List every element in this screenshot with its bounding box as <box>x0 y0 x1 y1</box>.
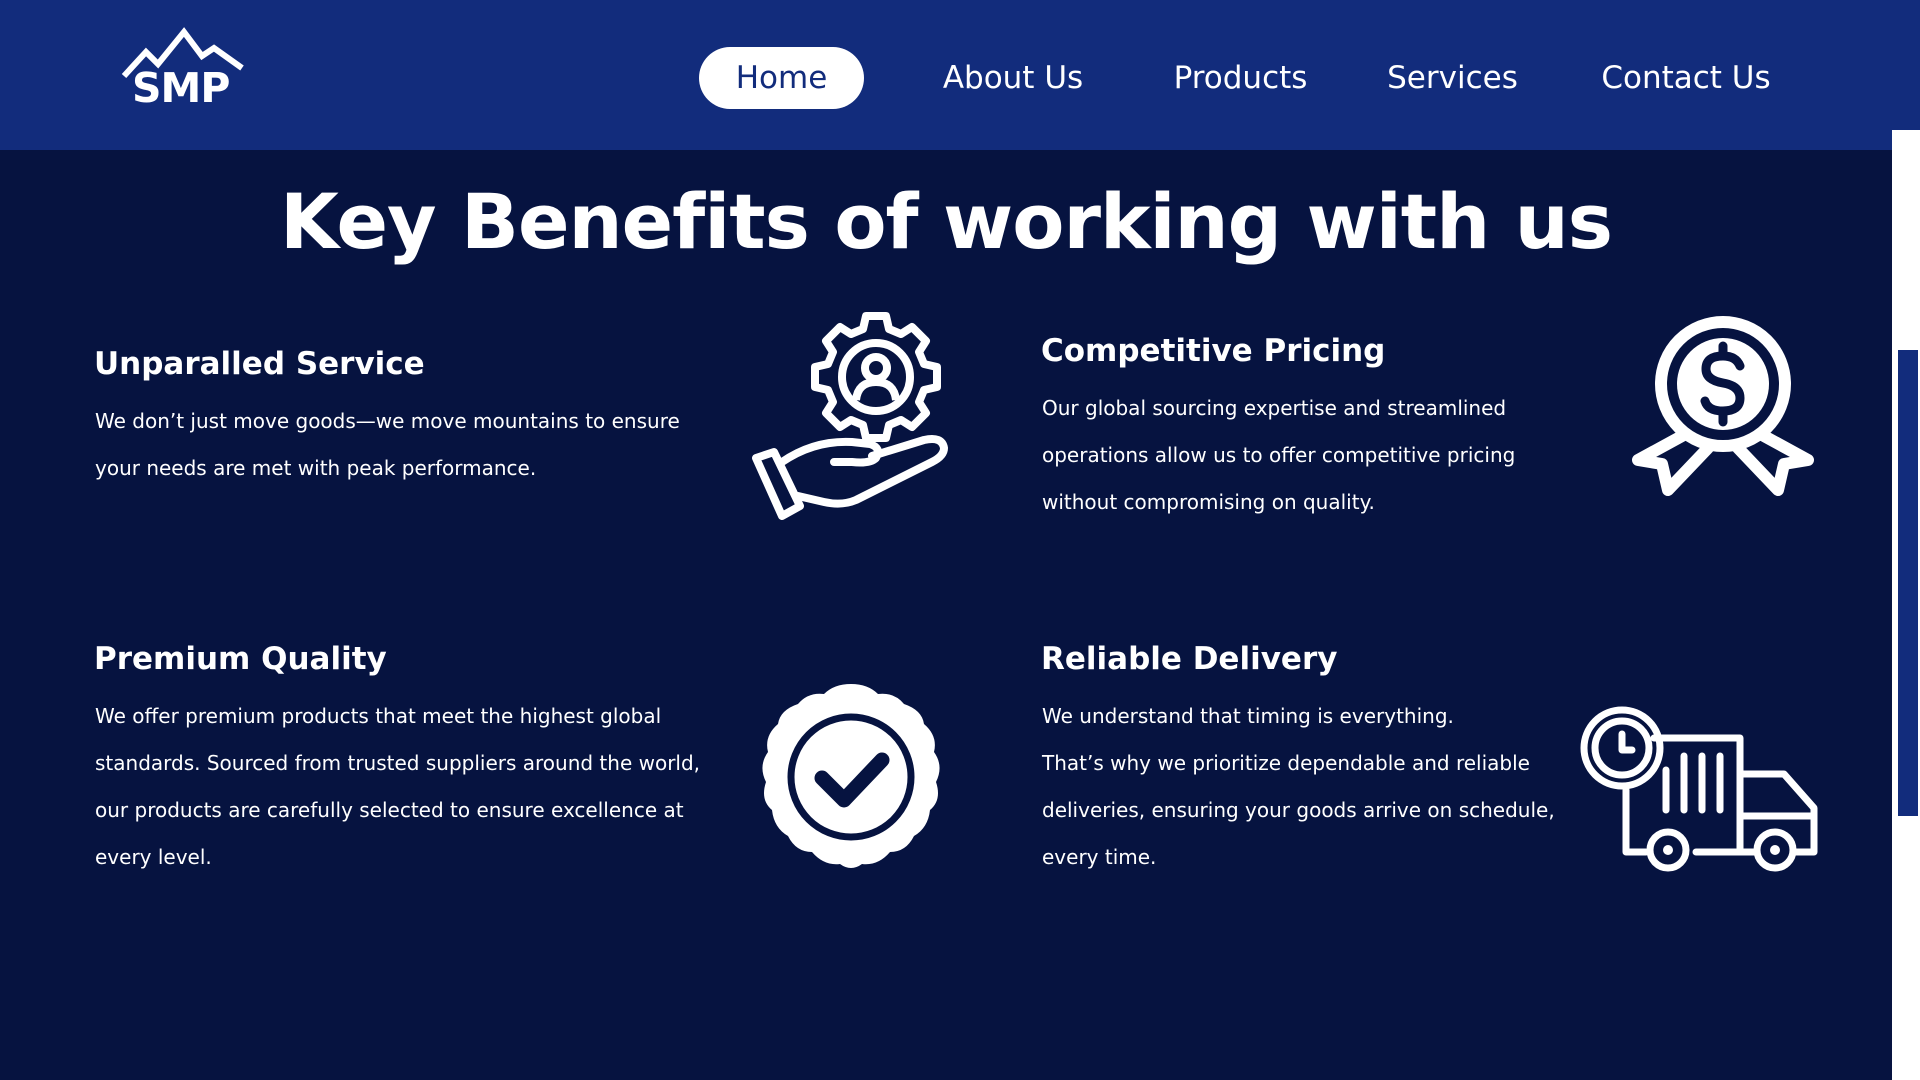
benefit-title-quality: Premium Quality <box>94 641 387 677</box>
benefit-text-line: That’s why we prioritize dependable and … <box>1042 751 1530 775</box>
benefit-text-quality: We offer premium products that meet the … <box>95 693 700 881</box>
benefit-text-service: We don’t just move goods—we move mountai… <box>95 398 680 492</box>
benefit-text-line: Our global sourcing expertise and stream… <box>1042 396 1507 420</box>
delivery-truck-clock-icon <box>1580 706 1818 872</box>
nav-home[interactable]: Home <box>699 47 864 109</box>
nav-services[interactable]: Services <box>1380 47 1525 109</box>
benefit-title-service: Unparalled Service <box>94 346 425 382</box>
scrollbar-thumb[interactable] <box>1898 350 1918 816</box>
benefit-title-pricing: Competitive Pricing <box>1041 333 1386 369</box>
page-scrollbar[interactable] <box>1892 130 1920 1080</box>
benefit-text-line: operations allow us to offer competitive… <box>1042 443 1516 467</box>
smp-logo[interactable]: SMP <box>118 26 248 121</box>
benefit-text-line: We understand that timing is everything. <box>1042 704 1454 728</box>
site-header: SMP Home About Us Products Services Cont… <box>0 0 1920 150</box>
benefit-text-line: every time. <box>1042 845 1157 869</box>
page: SMP Home About Us Products Services Cont… <box>0 0 1920 1080</box>
benefit-text-line: We offer premium products that meet the … <box>95 704 662 728</box>
benefit-text-line: We don’t just move goods—we move mountai… <box>95 409 680 433</box>
benefit-text-line: our products are carefully selected to e… <box>95 798 684 822</box>
dollar-badge-icon <box>1632 316 1814 496</box>
benefit-text-line: without compromising on quality. <box>1042 490 1375 514</box>
section-title: Key Benefits of working with us <box>279 177 1613 266</box>
benefit-text-line: deliveries, ensuring your goods arrive o… <box>1042 798 1555 822</box>
check-seal-icon <box>762 684 940 868</box>
nav-contact-us[interactable]: Contact Us <box>1596 47 1776 109</box>
benefit-text-line: your needs are met with peak performance… <box>95 456 537 480</box>
benefit-title-delivery: Reliable Delivery <box>1041 641 1338 677</box>
benefit-text-line: every level. <box>95 845 212 869</box>
nav-products[interactable]: Products <box>1162 47 1319 109</box>
benefit-text-line: standards. Sourced from trusted supplier… <box>95 751 701 775</box>
benefit-text-pricing: Our global sourcing expertise and stream… <box>1042 385 1515 526</box>
hand-gear-user-icon <box>752 312 948 520</box>
benefit-text-delivery: We understand that timing is everything.… <box>1042 693 1555 881</box>
logo-text: SMP <box>132 64 230 112</box>
nav-about-us[interactable]: About Us <box>930 47 1096 109</box>
